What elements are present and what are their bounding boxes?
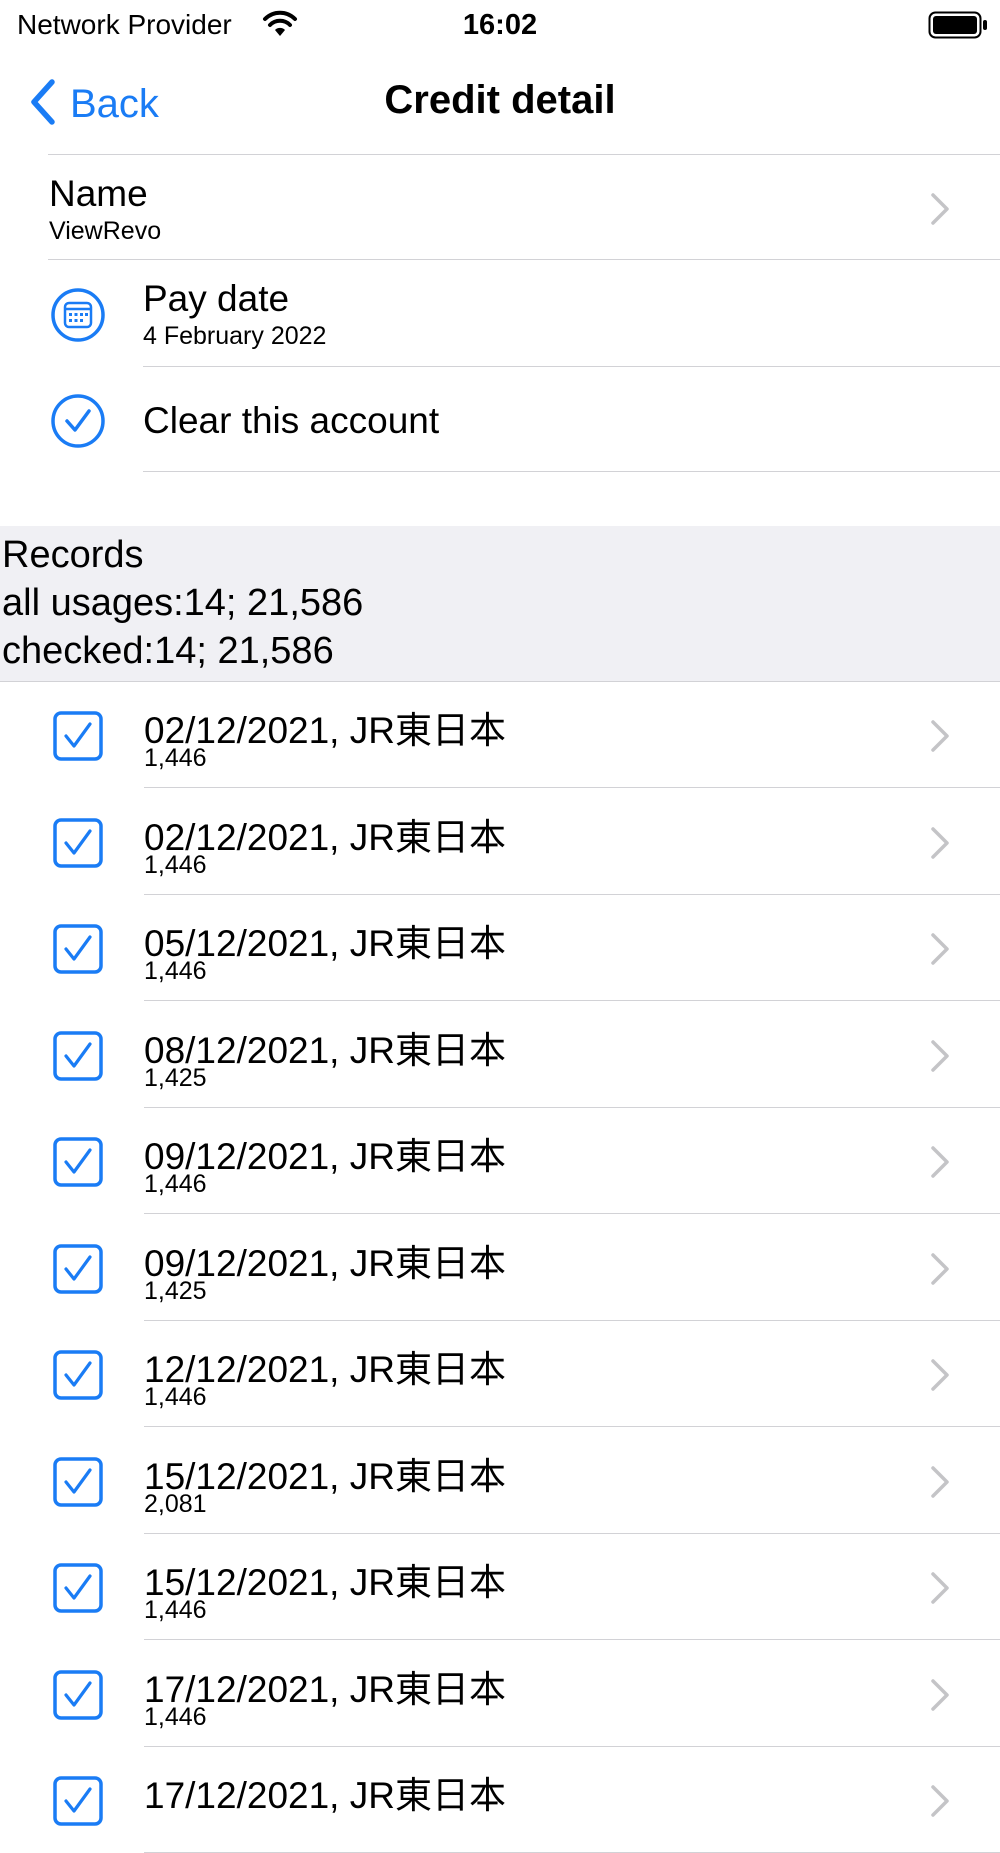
checked-box-icon[interactable] xyxy=(53,924,103,979)
checked-box-icon[interactable] xyxy=(53,1030,103,1086)
status-bar: Network Provider 16:02 xyxy=(0,0,1000,52)
checked-box-icon[interactable] xyxy=(53,1243,103,1299)
record-amount: 1,446 xyxy=(144,1596,207,1624)
record-amount: 1,425 xyxy=(144,1276,207,1305)
chevron-right-icon xyxy=(928,1784,952,1823)
chevron-right-icon xyxy=(928,1678,952,1717)
pay-date-cell[interactable]: Pay date 4 February 2022 xyxy=(0,260,1000,366)
checked-box-icon[interactable] xyxy=(53,1137,103,1192)
chevron-right-icon xyxy=(928,932,952,971)
record-amount: 1,425 xyxy=(144,1063,207,1092)
record-amount: 1,446 xyxy=(144,1702,207,1731)
record-amount: 1,446 xyxy=(144,1383,207,1411)
checked-box-icon[interactable] xyxy=(53,1350,103,1405)
record-amount: 1,446 xyxy=(144,850,207,879)
name-value: ViewRevo xyxy=(49,217,162,245)
record-row[interactable]: 17/12/2021, JR東日本 1,446 xyxy=(0,1641,1000,1747)
checked-box-icon[interactable] xyxy=(53,711,103,766)
chevron-right-icon xyxy=(928,1358,952,1397)
record-amount: 1,446 xyxy=(144,744,207,772)
chevron-right-icon xyxy=(928,1039,952,1078)
chevron-right-icon xyxy=(928,1252,952,1291)
record-row[interactable]: 02/12/2021, JR東日本 1,446 xyxy=(0,682,1000,788)
record-title: 17/12/2021, JR東日本 xyxy=(144,1775,506,1816)
clock-time: 16:02 xyxy=(462,9,538,41)
checked-box-icon[interactable] xyxy=(53,1456,103,1512)
record-amount: 2,081 xyxy=(144,1489,207,1518)
chevron-right-icon xyxy=(928,1145,952,1184)
calendar-icon xyxy=(50,287,106,348)
chevron-right-icon xyxy=(928,826,952,865)
clear-account-cell[interactable]: Clear this account xyxy=(0,367,1000,471)
battery-icon xyxy=(928,10,988,45)
navigation-bar: Back Credit detail xyxy=(0,52,1000,152)
separator xyxy=(143,471,1000,472)
chevron-right-icon xyxy=(928,192,952,231)
chevron-right-icon xyxy=(928,1571,952,1610)
clear-account-label: Clear this account xyxy=(143,400,440,441)
record-row[interactable]: 08/12/2021, JR東日本 1,425 xyxy=(0,1002,1000,1108)
checked-box-icon[interactable] xyxy=(53,1669,103,1725)
pay-date-title: Pay date xyxy=(143,278,290,319)
all-usages-summary: all usages:14; 21,586 xyxy=(2,582,364,624)
checked-box-icon[interactable] xyxy=(53,1776,103,1831)
chevron-right-icon xyxy=(928,719,952,758)
records-section-header: Records all usages:14; 21,586 checked:14… xyxy=(0,526,1000,681)
record-row[interactable]: 17/12/2021, JR東日本 xyxy=(0,1747,1000,1853)
checkmark-circle-icon xyxy=(50,393,106,454)
records-title: Records xyxy=(2,534,144,576)
record-row[interactable]: 12/12/2021, JR東日本 1,446 xyxy=(0,1321,1000,1427)
record-amount: 1,446 xyxy=(144,1170,207,1198)
pay-date-value: 4 February 2022 xyxy=(143,322,327,350)
record-row[interactable]: 15/12/2021, JR東日本 2,081 xyxy=(0,1428,1000,1534)
page-title: Credit detail xyxy=(384,78,616,122)
record-row[interactable]: 05/12/2021, JR東日本 1,446 xyxy=(0,895,1000,1001)
checked-box-icon[interactable] xyxy=(53,1563,103,1618)
name-cell[interactable]: Name ViewRevo xyxy=(0,155,1000,259)
checked-summary: checked:14; 21,586 xyxy=(2,630,334,672)
record-row[interactable]: 09/12/2021, JR東日本 1,425 xyxy=(0,1215,1000,1321)
name-title: Name xyxy=(49,173,148,214)
record-row[interactable]: 15/12/2021, JR東日本 1,446 xyxy=(0,1534,1000,1640)
record-row[interactable]: 02/12/2021, JR東日本 1,446 xyxy=(0,789,1000,895)
chevron-right-icon xyxy=(928,1465,952,1504)
record-row[interactable]: 09/12/2021, JR東日本 1,446 xyxy=(0,1108,1000,1214)
record-amount: 1,446 xyxy=(144,957,207,985)
checked-box-icon[interactable] xyxy=(53,817,103,873)
